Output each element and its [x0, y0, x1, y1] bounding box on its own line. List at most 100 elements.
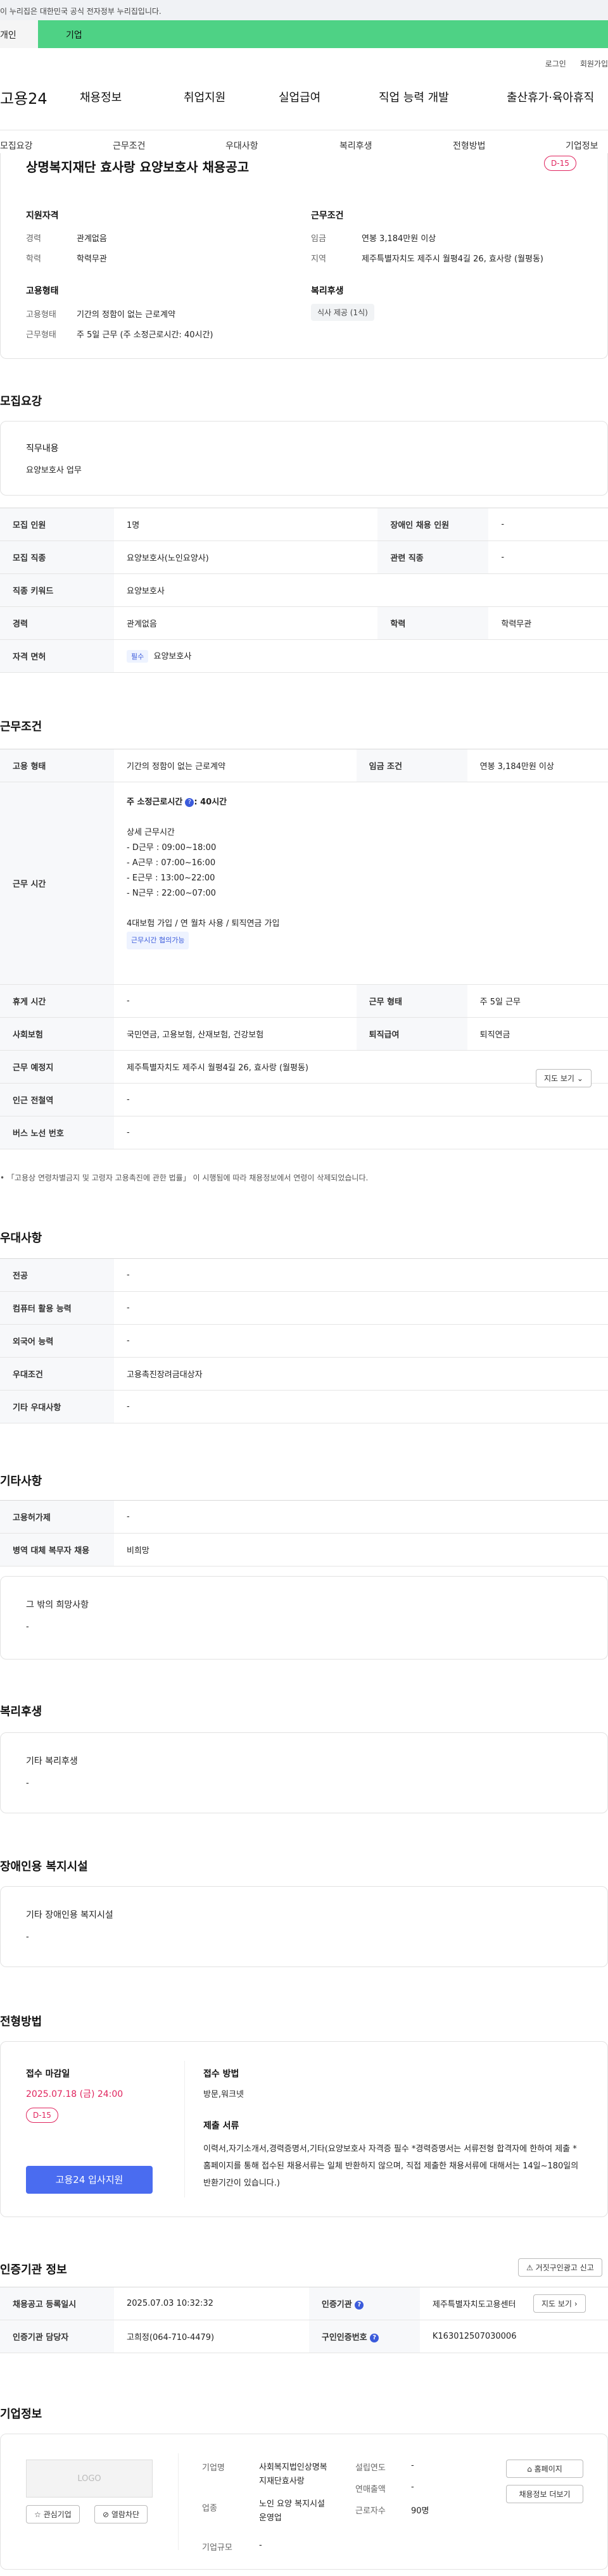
hours-detail-title: 상세 근무시간 [127, 828, 175, 837]
homepage-button[interactable]: ⌂ 홈페이지 [506, 2460, 583, 2478]
required-tag: 필수 [127, 650, 149, 663]
education-label: 학력 [26, 254, 41, 264]
company-name-value: 사회복지법인상명복지재단효사랑 [259, 2463, 327, 2486]
cell-value: K163012507030006 [419, 2320, 608, 2353]
cell-label: 근무 형태 [356, 984, 467, 1018]
cell-label: 컴퓨터 활용 능력 [0, 1291, 114, 1325]
deadline-dday-badge: D-15 [26, 2108, 58, 2123]
job-no-label: 구인인증번호 [321, 2333, 367, 2342]
selection-card: 접수 마감일 2025.07.18 (금) 24:00 D-15 고용24 입사… [0, 2041, 608, 2217]
cell-label: 임금 조건 [356, 749, 467, 782]
info-icon[interactable]: ? [370, 2333, 379, 2342]
alert-icon: ⚠ [526, 2263, 533, 2272]
info-icon[interactable]: ? [185, 797, 194, 807]
subnav-work[interactable]: 근무조건 [113, 139, 146, 152]
fav-company-button[interactable]: ☆ 관심기업 [26, 2505, 80, 2523]
company-section-title: 기업정보 [0, 2408, 42, 2421]
more-jobs-button[interactable]: 채용정보 더보기 [506, 2485, 583, 2503]
cell-label: 버스 노선 번호 [0, 1116, 114, 1149]
docs-value: 이력서,자기소개서,경력증명서,기타(요양보호사 자격증 필수 *경력증명서는 … [203, 2144, 579, 2188]
cell-value: 필수 요양보호사 [114, 639, 608, 673]
gnb-item-jobs[interactable]: 채용정보 [80, 89, 122, 105]
table-row: 모집 직종 요양보호사(노인요양사) 관련 직종 - [0, 541, 608, 574]
subnav-welfare[interactable]: 복리후생 [339, 139, 372, 152]
cell-label: 인증기관 ? [308, 2287, 420, 2320]
site-logo[interactable]: 고용24 [0, 86, 48, 108]
report-fake-ad-button[interactable]: ⚠ 거짓구인광고 신고 [518, 2258, 602, 2277]
signup-link[interactable]: 회원가입 [580, 59, 608, 68]
util-links: 로그인 회원가입 [531, 58, 608, 69]
job-content-value: 요양보호사 업무 [26, 466, 82, 475]
cell-label: 우대조건 [0, 1357, 114, 1391]
cell-value: 1명 [114, 508, 378, 541]
industry-label: 업종 [202, 2504, 217, 2513]
agency-map-button[interactable]: 지도 보기 › [533, 2294, 586, 2313]
deadline-value: 2025.07.18 (금) 24:00 [26, 2089, 124, 2099]
table-row: 자격 면허 필수 요양보호사 [0, 639, 608, 673]
table-row: 병역 대체 복무자 채용 비희망 [0, 1533, 608, 1566]
gov-banner-text: 이 누리집은 대한민국 공식 전자정부 누리집입니다. [0, 7, 162, 16]
work-form-label: 근무형태 [26, 330, 56, 340]
cell-value: 요양보호사 [114, 573, 608, 607]
work-table: 고용 형태 기간의 정함이 없는 근로계약 임금 조건 연봉 3,184만원 이상 근… [0, 749, 608, 1149]
qualification-title: 지원자격 [26, 211, 59, 221]
cell-label: 전공 [0, 1258, 114, 1292]
founded-label: 설립연도 [355, 2463, 386, 2473]
recruit-section-title: 모집요강 [0, 395, 42, 408]
cell-value: 고용촉진장려금대상자 [114, 1357, 608, 1391]
tab-personal[interactable]: 개인 [0, 20, 38, 48]
cell-value: - [114, 1258, 608, 1292]
subnav-recruit[interactable]: 모집요강 [0, 139, 33, 152]
size-value: - [259, 2541, 262, 2550]
map-view-button[interactable]: 지도 보기 ⌄ [536, 1069, 592, 1087]
cell-label: 인증기관 담당자 [0, 2320, 114, 2353]
subnav-pref[interactable]: 우대사항 [225, 139, 258, 152]
method-value: 방문,워크넷 [203, 2090, 244, 2099]
apply-button[interactable]: 고용24 입사지원 [26, 2166, 153, 2194]
gnb-item-unemployment[interactable]: 실업급여 [279, 89, 320, 105]
work-section-title: 근무조건 [0, 720, 42, 734]
cell-value: 요양보호사(노인요양사) [114, 541, 378, 574]
cell-label: 외국어 능력 [0, 1324, 114, 1358]
cell-label: 퇴직급여 [356, 1017, 467, 1051]
login-link[interactable]: 로그인 [545, 59, 566, 68]
table-row: 기타 우대사항 - [0, 1390, 608, 1423]
company-card: LOGO ☆ 관심기업 ⊘ 열람차단 기업명 사회복지법인상명복지재단효사랑 업… [0, 2434, 608, 2570]
company-name-label: 기업명 [202, 2463, 225, 2473]
hours-negotiable-tag: 근무시간 협의가능 [127, 932, 189, 949]
subnav-selection[interactable]: 전형방법 [453, 139, 486, 152]
cell-value: 연봉 3,184만원 이상 [467, 749, 608, 782]
recruit-table: 모집 인원 1명 장애인 채용 인원 - 모집 직종 요양보호사(노인요양사) 관련 직종… [0, 508, 608, 673]
hours-total: : 40시간 [194, 797, 227, 807]
map-view-label: 지도 보기 [544, 1074, 574, 1083]
tab-company[interactable]: 기업 [38, 20, 608, 48]
cell-label: 구인인증번호 ? [308, 2320, 420, 2353]
gnb-item-employment-support[interactable]: 취업지원 [184, 89, 225, 105]
welfare-title: 복리후생 [311, 286, 344, 296]
table-row: 모집 인원 1명 장애인 채용 인원 - [0, 508, 608, 541]
disability-value: - [26, 1932, 29, 1942]
welfare-card: 기타 복리후생 - [0, 1732, 608, 1813]
industry-value: 노인 요양 복지시설 운영업 [259, 2499, 325, 2523]
gnb-item-training[interactable]: 직업 능력 개발 [379, 89, 449, 105]
subnav-company[interactable]: 기업정보 [566, 139, 598, 152]
block-icon: ⊘ [103, 2510, 110, 2519]
table-row: 휴게 시간 - 근무 형태 주 5일 근무 [0, 984, 608, 1018]
hours-main-label: 주 소정근로시간 [127, 797, 183, 807]
job-content-label: 직무내용 [26, 444, 59, 454]
cell-label: 사회보험 [0, 1017, 114, 1051]
block-view-button[interactable]: ⊘ 열람차단 [94, 2505, 148, 2523]
cell-value: 기간의 정함이 없는 근로계약 [114, 749, 357, 782]
table-row: 채용공고 등록일시 2025.07.03 10:32:32 인증기관 ? 제주특별자치… [0, 2287, 608, 2320]
top-tabs: 개인 기업 [0, 20, 608, 48]
info-icon[interactable]: ? [355, 2300, 364, 2310]
agency-label: 인증기관 [321, 2300, 352, 2310]
agency-map-label: 지도 보기 [542, 2299, 572, 2308]
cell-label: 고용허가제 [0, 1500, 114, 1534]
cell-value: - [114, 1083, 608, 1116]
tab-company-label: 기업 [66, 30, 82, 41]
cell-value: - [488, 541, 608, 574]
gnb-item-leave[interactable]: 출산휴가·육아휴직 [507, 89, 594, 105]
table-row: 인근 전철역 - [0, 1083, 608, 1116]
cell-label: 모집 직종 [0, 541, 114, 574]
